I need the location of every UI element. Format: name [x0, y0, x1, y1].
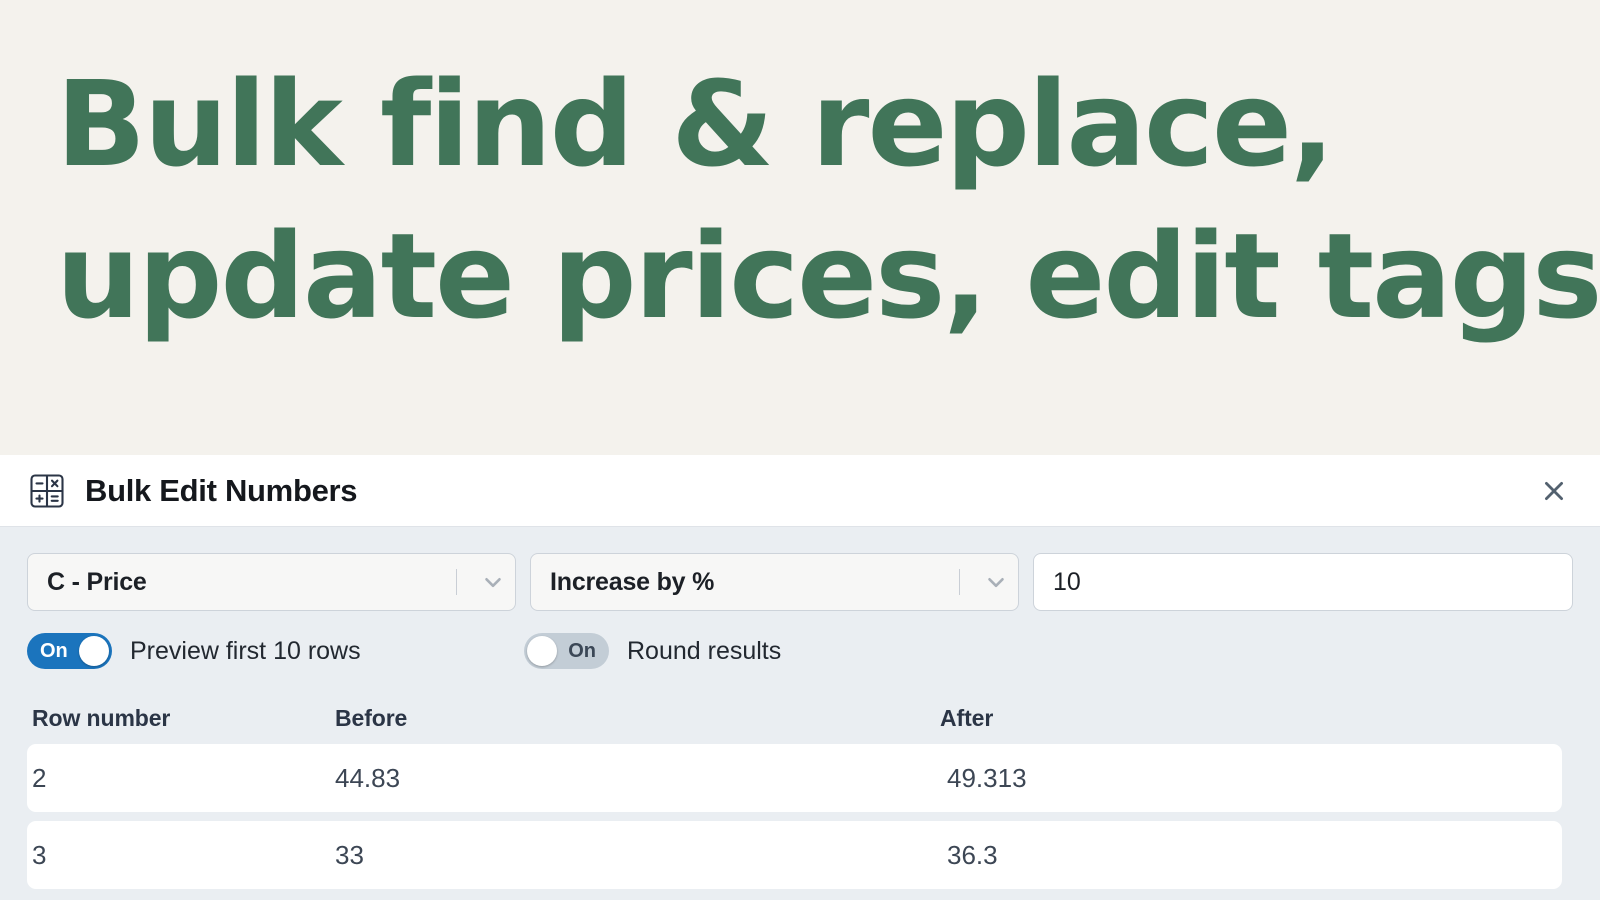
panel-body: C - Price Increase by % — [0, 527, 1600, 900]
column-header-after: After — [940, 705, 1573, 732]
cell-before: 33 — [335, 840, 940, 871]
preview-rows-toggle-group: On Preview first 10 rows — [27, 633, 524, 669]
amount-input[interactable] — [1033, 553, 1573, 611]
preview-rows-toggle[interactable]: On — [27, 633, 112, 669]
round-results-toggle[interactable]: On — [524, 633, 609, 669]
operation-select[interactable]: Increase by % — [530, 553, 1019, 611]
table-header-row: Row number Before After — [27, 705, 1573, 744]
preview-rows-toggle-state: On — [40, 641, 68, 661]
cell-after: 36.3 — [940, 840, 1562, 871]
cell-after: 49.313 — [940, 763, 1562, 794]
page-title-line-2: update prices, edit tags — [56, 200, 1544, 352]
round-results-toggle-state: On — [568, 641, 596, 661]
close-icon — [1541, 478, 1567, 504]
hero-banner: Bulk find & replace, update prices, edit… — [0, 0, 1600, 455]
field-select[interactable]: C - Price — [27, 553, 516, 611]
page-title-line-1: Bulk find & replace, — [56, 48, 1544, 200]
select-divider — [456, 569, 457, 595]
controls-row: C - Price Increase by % — [27, 553, 1573, 611]
cell-row-number: 2 — [32, 763, 335, 794]
operation-select-value: Increase by % — [550, 568, 959, 597]
bulk-edit-numbers-panel: Bulk Edit Numbers C - Price — [0, 455, 1600, 900]
panel-header: Bulk Edit Numbers — [0, 455, 1600, 527]
toggle-knob — [79, 636, 109, 666]
column-header-before: Before — [335, 705, 940, 732]
select-divider — [959, 569, 960, 595]
preview-rows-toggle-label: Preview first 10 rows — [130, 637, 361, 666]
panel-title: Bulk Edit Numbers — [85, 473, 357, 509]
chevron-down-icon — [471, 569, 515, 595]
close-button[interactable] — [1534, 471, 1574, 511]
round-results-toggle-group: On Round results — [524, 633, 781, 669]
page-title: Bulk find & replace, update prices, edit… — [56, 48, 1544, 352]
calculator-icon — [27, 471, 67, 511]
toggle-knob — [527, 636, 557, 666]
cell-before: 44.83 — [335, 763, 940, 794]
round-results-toggle-label: Round results — [627, 637, 781, 666]
table-row[interactable]: 2 44.83 49.313 — [27, 744, 1562, 812]
field-select-value: C - Price — [47, 568, 456, 597]
cell-row-number: 3 — [32, 840, 335, 871]
table-row[interactable]: 3 33 36.3 — [27, 821, 1562, 889]
preview-table: Row number Before After 2 44.83 49.313 3… — [27, 705, 1573, 889]
toggles-row: On Preview first 10 rows On Round result… — [27, 633, 1573, 669]
chevron-down-icon — [974, 569, 1018, 595]
column-header-row-number: Row number — [32, 705, 335, 732]
